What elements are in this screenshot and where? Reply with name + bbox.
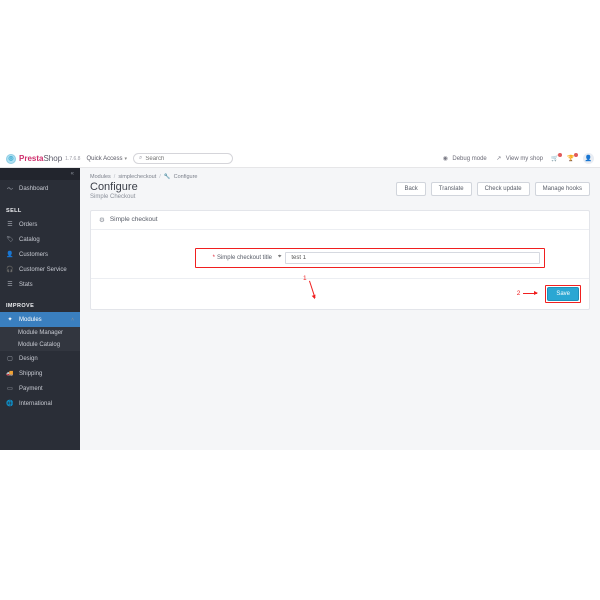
main-content: Modules / simplecheckout / 🔧 Configure C… xyxy=(80,168,600,450)
panel-title: Simple checkout xyxy=(110,216,158,223)
sidebar-item-customer-service[interactable]: 🎧 Customer Service xyxy=(0,262,80,277)
configure-panel: ⚙ Simple checkout 1 *Simple checkout tit… xyxy=(90,210,590,310)
sidebar-item-shipping[interactable]: 🚚 Shipping xyxy=(0,366,80,381)
sidebar-item-label: Payment xyxy=(19,386,43,392)
headset-icon: 🎧 xyxy=(6,266,14,273)
sidebar-item-stats[interactable]: ☰ Stats xyxy=(0,277,80,292)
avatar[interactable]: 👤 xyxy=(583,153,594,164)
sidebar-item-orders[interactable]: ☰ Orders xyxy=(0,217,80,232)
breadcrumb-simplecheckout[interactable]: simplecheckout xyxy=(118,174,156,180)
sidebar-item-label: Modules xyxy=(19,317,42,323)
search-input[interactable] xyxy=(145,156,227,162)
sidebar-item-label: Stats xyxy=(19,282,33,288)
panel-footer: 2 Save xyxy=(91,278,589,309)
quick-access-label: Quick Access xyxy=(86,156,122,162)
sidebar-item-label: Customer Service xyxy=(19,267,67,273)
view-shop-link[interactable]: ↗ View my shop xyxy=(495,155,543,162)
quick-access-menu[interactable]: Quick Access ▾ xyxy=(86,156,127,162)
orders-icon: ☰ xyxy=(6,221,14,228)
sidebar: « 〜 Dashboard SELL ☰ Orders 🏷 Catalog 👤 … xyxy=(0,168,80,450)
debug-mode-toggle[interactable]: ◉ Debug mode xyxy=(441,155,486,162)
sidebar-collapse-toggle[interactable]: « xyxy=(0,168,80,180)
sidebar-sub-module-manager[interactable]: Module Manager xyxy=(0,327,80,339)
sidebar-item-label: Shipping xyxy=(19,371,42,377)
search-box[interactable]: ⌕ xyxy=(133,153,233,164)
catalog-icon: 🏷 xyxy=(6,236,14,243)
debug-mode-label: Debug mode xyxy=(452,156,486,162)
gears-icon: ⚙ xyxy=(99,216,105,224)
annotation-2: 2 xyxy=(517,290,538,297)
sidebar-submenu-modules: Module Manager Module Catalog xyxy=(0,327,80,351)
breadcrumb-configure: Configure xyxy=(174,174,198,180)
panel-header: ⚙ Simple checkout xyxy=(91,211,589,230)
sidebar-sub-module-catalog[interactable]: Module Catalog xyxy=(0,339,80,351)
top-right: ◉ Debug mode ↗ View my shop 🛒 🏆 👤 xyxy=(441,153,594,164)
bug-icon: ◉ xyxy=(441,155,449,162)
view-shop-label: View my shop xyxy=(506,156,543,162)
sidebar-item-label: Catalog xyxy=(19,237,40,243)
save-highlight: Save xyxy=(545,285,581,303)
translate-button[interactable]: Translate xyxy=(431,182,472,196)
stats-icon: ☰ xyxy=(6,281,14,288)
manage-hooks-button[interactable]: Manage hooks xyxy=(535,182,590,196)
version-label: 1.7.6.8 xyxy=(65,156,80,162)
cursor-icon: ⌖ xyxy=(278,254,281,261)
chevron-down-icon: ▾ xyxy=(124,156,127,162)
checkout-title-input[interactable] xyxy=(285,252,540,264)
shipping-icon: 🚚 xyxy=(6,370,14,377)
modules-icon: ✦ xyxy=(6,316,14,323)
save-button[interactable]: Save xyxy=(547,287,579,301)
chevron-up-icon: ˄ xyxy=(71,317,74,323)
sidebar-item-payment[interactable]: ▭ Payment xyxy=(0,381,80,396)
brand-logo-icon: ◎ xyxy=(6,154,16,164)
external-link-icon: ↗ xyxy=(495,155,503,162)
dashboard-icon: 〜 xyxy=(6,184,14,193)
sidebar-item-label: Design xyxy=(19,356,38,362)
sidebar-item-label: Dashboard xyxy=(19,186,48,192)
breadcrumb-modules[interactable]: Modules xyxy=(90,174,111,180)
field-label: *Simple checkout title xyxy=(200,255,278,261)
sidebar-item-label: Customers xyxy=(19,252,48,258)
brand[interactable]: ◎ PrestaShop 1.7.6.8 xyxy=(6,154,80,164)
sidebar-heading-improve: IMPROVE xyxy=(0,298,80,312)
sidebar-item-customers[interactable]: 👤 Customers xyxy=(0,247,80,262)
check-update-button[interactable]: Check update xyxy=(477,182,530,196)
payment-icon: ▭ xyxy=(6,385,14,392)
sidebar-item-catalog[interactable]: 🏷 Catalog xyxy=(0,232,80,247)
page-subtitle: Simple Checkout xyxy=(90,194,138,200)
cart-icon[interactable]: 🛒 xyxy=(551,155,559,162)
sidebar-item-label: Orders xyxy=(19,222,37,228)
customers-icon: 👤 xyxy=(6,251,14,258)
back-button[interactable]: Back xyxy=(396,182,425,196)
sidebar-item-label: International xyxy=(19,401,52,407)
sidebar-item-design[interactable]: ▢ Design xyxy=(0,351,80,366)
page-actions: Back Translate Check update Manage hooks xyxy=(396,182,590,196)
globe-icon: 🌐 xyxy=(6,400,14,407)
page-title: Configure xyxy=(90,182,138,194)
sidebar-item-modules[interactable]: ✦ Modules ˄ xyxy=(0,312,80,327)
form-row-title: *Simple checkout title ⌖ xyxy=(195,248,545,268)
sidebar-item-international[interactable]: 🌐 International xyxy=(0,396,80,411)
notifications-icon[interactable]: 🏆 xyxy=(567,155,575,162)
sidebar-heading-sell: SELL xyxy=(0,203,80,217)
sidebar-item-dashboard[interactable]: 〜 Dashboard xyxy=(0,180,80,197)
breadcrumb: Modules / simplecheckout / 🔧 Configure xyxy=(90,174,590,180)
design-icon: ▢ xyxy=(6,355,14,362)
annotation-2-arrow xyxy=(523,293,537,294)
brand-name: PrestaShop xyxy=(19,154,62,163)
topbar: ◎ PrestaShop 1.7.6.8 Quick Access ▾ ⌕ ◉ … xyxy=(0,150,600,168)
search-icon: ⌕ xyxy=(139,155,142,162)
wrench-icon: 🔧 xyxy=(164,174,171,180)
